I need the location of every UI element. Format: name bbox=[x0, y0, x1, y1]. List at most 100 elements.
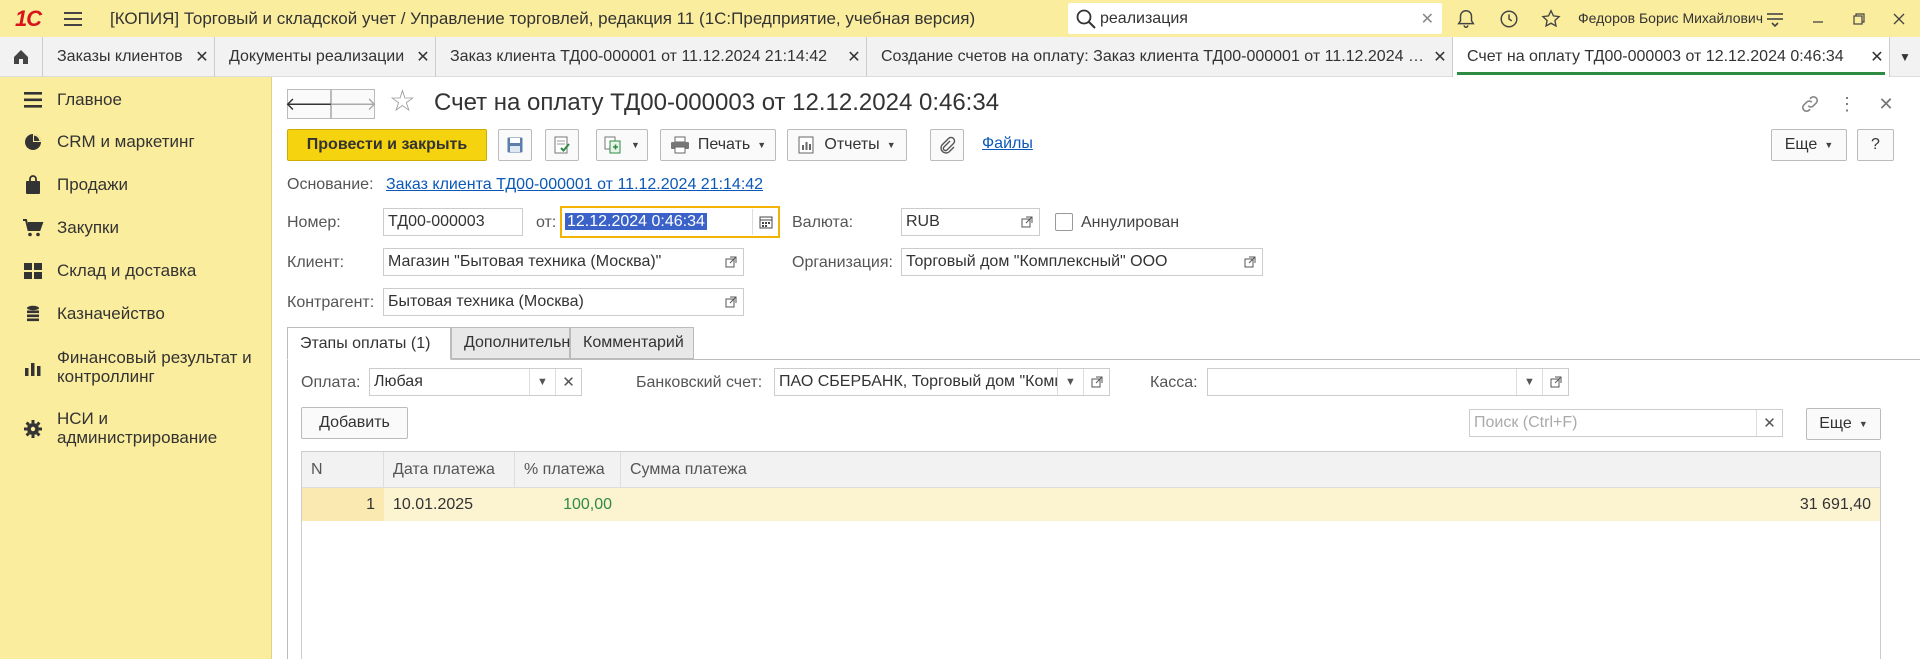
row-number: 1 bbox=[302, 488, 384, 521]
home-icon bbox=[14, 50, 28, 64]
sidebar-item-purchases[interactable]: Закупки bbox=[0, 218, 272, 238]
dropdown-arrow-icon[interactable]: ▼ bbox=[529, 369, 555, 395]
add-row-button[interactable]: Добавить bbox=[301, 407, 408, 439]
bank-account-select[interactable]: ПАО СБЕРБАНК, Торговый дом "Комплексный"… bbox=[774, 368, 1110, 396]
counterparty-field[interactable]: Бытовая техника (Москва) bbox=[383, 288, 719, 316]
favorites-star-icon[interactable] bbox=[1538, 6, 1564, 32]
link-icon[interactable] bbox=[1797, 91, 1823, 117]
clear-search-icon[interactable]: ✕ bbox=[1756, 410, 1782, 436]
table-row[interactable]: 1 10.01.2025 100,00 31 691,40 bbox=[302, 488, 1880, 521]
restore-window-icon[interactable] bbox=[1846, 6, 1872, 32]
sidebar-item-admin[interactable]: НСИ и администрирование bbox=[0, 409, 272, 447]
notifications-bell-icon[interactable] bbox=[1453, 6, 1479, 32]
close-window-icon[interactable] bbox=[1886, 6, 1912, 32]
client-field[interactable]: Магазин "Бытовая техника (Москва)" bbox=[383, 248, 719, 276]
back-button[interactable]: 🡐 bbox=[284, 89, 334, 119]
clear-search-icon[interactable]: ✕ bbox=[1421, 9, 1434, 29]
tab-payment-stages[interactable]: Этапы оплаты (1) bbox=[287, 327, 451, 360]
sidebar-item-treasury[interactable]: Казначейство bbox=[0, 304, 272, 324]
sidebar-item-crm[interactable]: CRM и маркетинг bbox=[0, 132, 272, 152]
create-based-on-button[interactable]: ▼ bbox=[596, 129, 648, 161]
tab-sales-documents[interactable]: Документы реализации ✕ bbox=[215, 37, 436, 77]
table-more-button[interactable]: Еще ▼ bbox=[1806, 408, 1881, 440]
row-percent: 100,00 bbox=[563, 496, 612, 513]
close-icon[interactable]: ✕ bbox=[842, 47, 866, 67]
history-icon[interactable] bbox=[1496, 6, 1522, 32]
arrow-left-icon: 🡐 bbox=[284, 93, 334, 114]
open-currency-icon[interactable] bbox=[1014, 208, 1040, 236]
forward-button[interactable]: 🡒 bbox=[329, 89, 377, 119]
dropdown-arrow-icon[interactable]: ▼ bbox=[1057, 369, 1083, 395]
files-link[interactable]: Файлы bbox=[982, 135, 1033, 153]
organization-field[interactable]: Торговый дом "Комплексный" ООО bbox=[901, 248, 1238, 276]
calendar-icon[interactable] bbox=[752, 209, 778, 235]
number-label: Номер: bbox=[287, 214, 341, 231]
open-organization-icon[interactable] bbox=[1237, 248, 1263, 276]
favorite-star-icon[interactable]: ☆ bbox=[389, 87, 416, 117]
coins-icon bbox=[18, 304, 48, 324]
column-header-date[interactable]: Дата платежа bbox=[384, 452, 515, 488]
open-bank-account-icon[interactable] bbox=[1083, 369, 1109, 395]
tab-additional[interactable]: Дополнительно bbox=[451, 327, 579, 359]
pie-chart-icon bbox=[18, 132, 48, 152]
kebab-menu-icon[interactable]: ⋮ bbox=[1834, 91, 1860, 117]
attach-button[interactable] bbox=[930, 129, 964, 161]
close-icon[interactable]: ✕ bbox=[190, 47, 214, 67]
open-cash-desk-icon[interactable] bbox=[1542, 369, 1568, 395]
close-icon[interactable]: ✕ bbox=[1865, 47, 1889, 67]
app-title: [КОПИЯ] Торговый и складской учет / Упра… bbox=[110, 8, 976, 28]
close-form-icon[interactable]: ✕ bbox=[1873, 91, 1899, 117]
tab-comment[interactable]: Комментарий bbox=[570, 327, 694, 359]
current-user[interactable]: Федоров Борис Михайлович bbox=[1578, 0, 1763, 37]
chevron-down-icon: ▼ bbox=[631, 140, 640, 150]
number-field[interactable]: ТД00-000003 bbox=[383, 208, 523, 236]
app-logo[interactable]: 1С bbox=[0, 0, 56, 37]
tab-client-orders[interactable]: Заказы клиентов ✕ bbox=[43, 37, 215, 77]
post-and-close-button[interactable]: Провести и закрыть bbox=[287, 129, 487, 161]
chevron-down-icon: ▼ bbox=[886, 140, 896, 150]
counterparty-label: Контрагент: bbox=[287, 294, 375, 311]
payment-type-label: Оплата: bbox=[301, 374, 361, 391]
column-header-percent[interactable]: % платежа bbox=[515, 452, 621, 488]
sidebar-item-sales[interactable]: Продажи bbox=[0, 175, 272, 195]
clear-icon[interactable]: ✕ bbox=[555, 369, 581, 395]
chevron-down-icon: ▼ bbox=[757, 140, 767, 150]
annulled-checkbox[interactable] bbox=[1055, 213, 1073, 231]
date-field[interactable]: 12.12.2024 0:46:34 bbox=[560, 206, 780, 238]
sidebar-item-main[interactable]: Главное bbox=[0, 90, 272, 110]
paperclip-icon bbox=[940, 136, 956, 154]
open-counterparty-icon[interactable] bbox=[718, 288, 744, 316]
tabs-more-chevron-icon[interactable]: ▼ bbox=[1890, 37, 1920, 77]
post-button[interactable] bbox=[545, 129, 579, 161]
main-menu-icon[interactable] bbox=[56, 0, 90, 37]
sidebar-item-warehouse[interactable]: Склад и доставка bbox=[0, 261, 272, 281]
table-search-input[interactable]: Поиск (Ctrl+F) ✕ bbox=[1469, 409, 1783, 437]
global-search-input[interactable]: реализация ✕ bbox=[1068, 3, 1442, 34]
reports-button[interactable]: Отчеты ▼ bbox=[787, 129, 907, 161]
search-value: реализация bbox=[1100, 9, 1188, 27]
tab-create-invoices[interactable]: Создание счетов на оплату: Заказ клиента… bbox=[867, 37, 1453, 77]
basis-link[interactable]: Заказ клиента ТД00-000001 от 11.12.2024 … bbox=[386, 176, 763, 194]
save-button[interactable] bbox=[498, 129, 532, 161]
dropdown-arrow-icon[interactable]: ▼ bbox=[1516, 369, 1542, 395]
sidebar-item-financial-result[interactable]: Финансовый результат и контроллинг bbox=[0, 348, 272, 386]
tab-client-order[interactable]: Заказ клиента ТД00-000001 от 11.12.2024 … bbox=[436, 37, 867, 77]
help-button[interactable]: ? bbox=[1857, 129, 1894, 161]
more-actions-button[interactable]: Еще ▼ bbox=[1771, 129, 1847, 161]
column-header-amount[interactable]: Сумма платежа bbox=[621, 452, 1880, 488]
settings-lines-icon[interactable] bbox=[1762, 6, 1788, 32]
tab-invoice[interactable]: Счет на оплату ТД00-000003 от 12.12.2024… bbox=[1453, 37, 1890, 77]
payment-stages-table: N Дата платежа % платежа Сумма платежа 1… bbox=[301, 451, 1881, 659]
open-client-icon[interactable] bbox=[718, 248, 744, 276]
cash-desk-select[interactable]: ▼ bbox=[1207, 368, 1569, 396]
home-tab[interactable] bbox=[0, 37, 43, 77]
print-button[interactable]: Печать ▼ bbox=[660, 129, 776, 161]
payment-type-select[interactable]: Любая ▼ ✕ bbox=[369, 368, 582, 396]
currency-field[interactable]: RUB bbox=[901, 208, 1015, 236]
close-icon[interactable]: ✕ bbox=[411, 47, 435, 67]
minimize-icon[interactable] bbox=[1805, 6, 1831, 32]
sections-sidebar: Главное CRM и маркетинг Продажи Закупки … bbox=[0, 77, 272, 659]
close-icon[interactable]: ✕ bbox=[1428, 47, 1452, 67]
annulled-label: Аннулирован bbox=[1081, 214, 1180, 231]
column-header-n[interactable]: N bbox=[302, 452, 384, 488]
